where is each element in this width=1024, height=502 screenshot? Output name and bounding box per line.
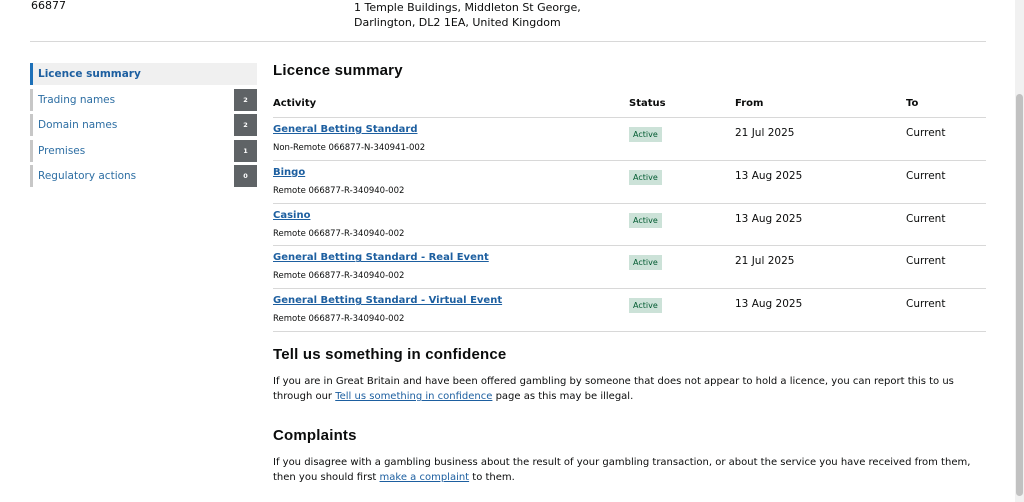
complaints-heading: Complaints (273, 427, 357, 444)
activity-reference: Remote 066877-R-340940-002 (273, 228, 405, 239)
status-badge: Active (629, 212, 662, 228)
column-header-status: Status (629, 98, 666, 109)
count-badge: 2 (234, 88, 257, 111)
to-date: Current (906, 298, 946, 311)
count-badge: 0 (234, 165, 257, 188)
activity-link[interactable]: Casino (273, 210, 310, 221)
activity-link[interactable]: General Betting Standard - Real Event (273, 252, 489, 263)
table-row: General Betting Standard - Virtual Event… (273, 289, 986, 332)
sidebar-item-licence-summary[interactable]: Licence summary (30, 63, 257, 85)
to-date: Current (906, 169, 946, 182)
activity-reference: Remote 066877-R-340940-002 (273, 314, 405, 325)
licence-address: 1 Temple Buildings, Middleton St George,… (354, 0, 581, 30)
confidence-heading: Tell us something in confidence (273, 346, 507, 363)
licence-summary-heading: Licence summary (273, 62, 403, 79)
column-header-from: From (735, 98, 764, 109)
table-row: General Betting Standard - Real Event Re… (273, 246, 986, 290)
licence-table: Activity Status From To General Betting … (273, 96, 986, 332)
activity-link[interactable]: General Betting Standard (273, 124, 417, 135)
make-complaint-link[interactable]: make a complaint (380, 472, 470, 483)
status-badge: Active (629, 298, 662, 314)
sidebar-nav: Licence summary Trading names 2 Domain n… (30, 63, 257, 191)
activity-reference: Non-Remote 066877-N-340941-002 (273, 143, 426, 153)
from-date: 21 Jul 2025 (735, 255, 795, 268)
licence-number: 66877 (31, 0, 66, 12)
from-date: 21 Jul 2025 (735, 127, 795, 139)
table-row: General Betting Standard Non-Remote 0668… (273, 118, 986, 161)
section-divider (30, 41, 986, 42)
status-badge: Active (629, 127, 662, 142)
complaints-text-end: to them. (469, 472, 515, 483)
complaints-paragraph: If you disagree with a gambling business… (273, 455, 986, 485)
from-date: 13 Aug 2025 (735, 298, 803, 311)
sidebar-item-trading-names[interactable]: Trading names 2 (30, 88, 257, 111)
activity-link[interactable]: Bingo (273, 167, 305, 178)
sidebar-item-label: Trading names (38, 93, 116, 106)
activity-link[interactable]: General Betting Standard - Virtual Event (273, 295, 502, 306)
table-row: Bingo Remote 066877-R-340940-002 Active … (273, 161, 986, 204)
status-badge: Active (629, 169, 662, 185)
table-row: Casino Remote 066877-R-340940-002 Active… (273, 204, 986, 247)
to-date: Current (906, 255, 946, 268)
scrollbar-thumb[interactable] (1016, 94, 1023, 496)
sidebar-item-label: Regulatory actions (38, 170, 137, 183)
tell-us-link[interactable]: Tell us something in confidence (335, 391, 492, 402)
scrollbar-track[interactable] (1015, 0, 1024, 502)
to-date: Current (906, 212, 946, 225)
sidebar-item-label: Premises (38, 144, 86, 157)
from-date: 13 Aug 2025 (735, 169, 803, 182)
count-badge: 2 (234, 114, 257, 137)
status-badge: Active (629, 255, 662, 271)
address-line-1: 1 Temple Buildings, Middleton St George, (354, 1, 581, 14)
complaints-text: If you disagree with a gambling business… (273, 457, 971, 483)
to-date: Current (906, 127, 946, 139)
sidebar-item-domain-names[interactable]: Domain names 2 (30, 114, 257, 137)
column-header-to: To (906, 98, 919, 109)
sidebar-item-label: Licence summary (38, 68, 141, 80)
activity-reference: Remote 066877-R-340940-002 (273, 185, 405, 196)
licence-header: 66877 1 Temple Buildings, Middleton St G… (0, 0, 1016, 42)
sidebar-item-premises[interactable]: Premises 1 (30, 139, 257, 162)
address-line-2: Darlington, DL2 1EA, United Kingdom (354, 16, 561, 29)
from-date: 13 Aug 2025 (735, 212, 803, 225)
activity-reference: Remote 066877-R-340940-002 (273, 271, 405, 282)
count-badge: 1 (234, 139, 257, 162)
table-header: Activity Status From To (273, 96, 986, 118)
confidence-text-end: page as this may be illegal. (492, 391, 634, 402)
sidebar-item-regulatory-actions[interactable]: Regulatory actions 0 (30, 165, 257, 188)
confidence-paragraph: If you are in Great Britain and have bee… (273, 374, 986, 404)
sidebar-item-label: Domain names (38, 119, 118, 132)
column-header-activity: Activity (273, 98, 317, 109)
